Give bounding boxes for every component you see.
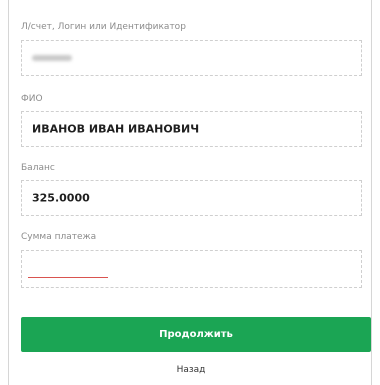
- continue-button[interactable]: Продолжить: [21, 317, 371, 352]
- account-label: Л/счет, Логин или Идентификатор: [21, 22, 186, 32]
- amount-field[interactable]: [21, 250, 362, 288]
- back-link[interactable]: Назад: [9, 365, 373, 375]
- payment-form-card: Л/счет, Логин или Идентификатор ФИО ИВАН…: [8, 0, 372, 385]
- amount-error-underline: [28, 277, 108, 278]
- account-value-masked: [32, 55, 72, 61]
- account-field: [21, 40, 362, 76]
- amount-label: Сумма платежа: [21, 232, 97, 242]
- balance-value: 325.0000: [32, 191, 90, 205]
- amount-input[interactable]: [28, 255, 352, 279]
- fio-field: ИВАНОВ ИВАН ИВАНОВИЧ: [21, 111, 362, 147]
- balance-label: Баланс: [21, 163, 55, 173]
- balance-field: 325.0000: [21, 180, 362, 216]
- fio-value: ИВАНОВ ИВАН ИВАНОВИЧ: [32, 122, 200, 136]
- fio-label: ФИО: [21, 94, 43, 104]
